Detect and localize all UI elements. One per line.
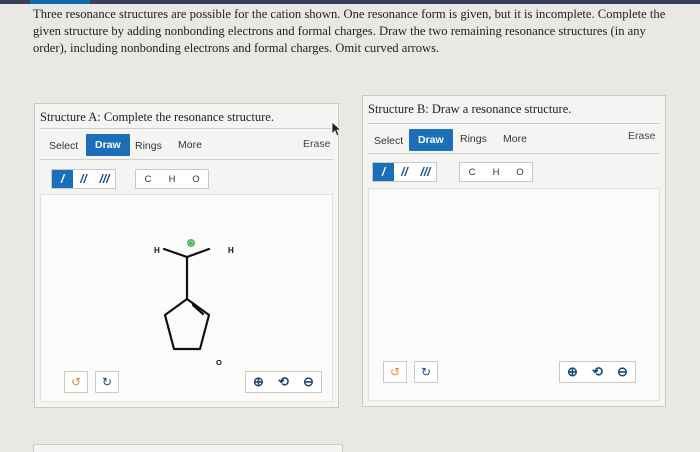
double-bond-button[interactable]: // xyxy=(73,170,94,188)
atom-tools: C H O xyxy=(135,169,209,189)
rings-tool[interactable]: Rings xyxy=(135,140,162,152)
h-left-label: H xyxy=(154,246,160,255)
top-bar xyxy=(0,0,700,4)
undo-icon[interactable]: ↺ xyxy=(383,361,407,383)
mouse-cursor-icon xyxy=(331,121,343,137)
zoom-in-icon[interactable]: ⊕ xyxy=(246,372,271,392)
rings-tool[interactable]: Rings xyxy=(460,133,487,145)
carbon-atom-button[interactable]: C xyxy=(136,170,160,188)
cyclopentane-ring xyxy=(163,297,211,351)
structure-a-title: Structure A: Complete the resonance stru… xyxy=(40,110,274,124)
drawing-canvas-a[interactable]: H H + O ↺ ↻ ⊕ ⟲ ⊖ xyxy=(40,194,333,402)
redo-icon[interactable]: ↻ xyxy=(95,371,119,393)
erase-button[interactable]: Erase xyxy=(303,138,330,150)
oxygen-atom-button[interactable]: O xyxy=(184,170,208,188)
single-bond-button[interactable]: / xyxy=(52,170,73,188)
h-right-label: H xyxy=(228,246,234,255)
bond-tools: / // /// xyxy=(51,169,116,189)
structure-a-panel: Structure A: Complete the resonance stru… xyxy=(34,103,339,408)
draw-tool[interactable]: Draw xyxy=(409,129,453,151)
drawing-canvas-b[interactable]: ↺ ↻ ⊕ ⟲ ⊖ xyxy=(368,188,660,401)
more-tool[interactable]: More xyxy=(178,139,202,151)
oxygen-atom-button[interactable]: O xyxy=(508,163,532,181)
undo-icon[interactable]: ↺ xyxy=(64,371,88,393)
oxygen-label: O xyxy=(216,358,222,367)
zoom-out-icon[interactable]: ⊖ xyxy=(610,362,635,382)
title-divider xyxy=(368,123,660,124)
bond-h-right xyxy=(185,247,211,259)
zoom-controls: ⊕ ⟲ ⊖ xyxy=(559,361,636,383)
zoom-controls: ⊕ ⟲ ⊖ xyxy=(245,371,322,393)
next-question-card xyxy=(33,444,343,452)
title-divider xyxy=(40,128,333,129)
erase-button[interactable]: Erase xyxy=(628,130,655,142)
single-bond-button[interactable]: / xyxy=(373,163,394,181)
structure-b-title: Structure B: Draw a resonance structure. xyxy=(368,102,572,116)
zoom-reset-icon[interactable]: ⟲ xyxy=(271,372,296,392)
zoom-in-icon[interactable]: ⊕ xyxy=(560,362,585,382)
atom-tools: C H O xyxy=(459,162,533,182)
bond-tools: / // /// xyxy=(372,162,437,182)
draw-tool[interactable]: Draw xyxy=(86,134,130,156)
zoom-out-icon[interactable]: ⊖ xyxy=(296,372,321,392)
toolbar-divider xyxy=(40,159,333,160)
structure-b-panel: Structure B: Draw a resonance structure.… xyxy=(362,95,666,407)
hydrogen-atom-button[interactable]: H xyxy=(160,170,184,188)
question-text: Three resonance structures are possible … xyxy=(33,7,666,55)
bond-h-left xyxy=(162,247,189,259)
carbon-atom-button[interactable]: C xyxy=(460,163,484,181)
redo-icon[interactable]: ↻ xyxy=(414,361,438,383)
triple-bond-button[interactable]: /// xyxy=(94,170,115,188)
hydrogen-atom-button[interactable]: H xyxy=(484,163,508,181)
toolbar-divider xyxy=(368,153,660,154)
more-tool[interactable]: More xyxy=(503,133,527,145)
select-tool[interactable]: Select xyxy=(374,135,403,147)
zoom-reset-icon[interactable]: ⟲ xyxy=(585,362,610,382)
double-bond-button[interactable]: // xyxy=(394,163,415,181)
triple-bond-button[interactable]: /// xyxy=(415,163,436,181)
top-bar-tab xyxy=(30,0,90,4)
charge-label: + xyxy=(189,241,193,248)
select-tool[interactable]: Select xyxy=(49,140,78,152)
